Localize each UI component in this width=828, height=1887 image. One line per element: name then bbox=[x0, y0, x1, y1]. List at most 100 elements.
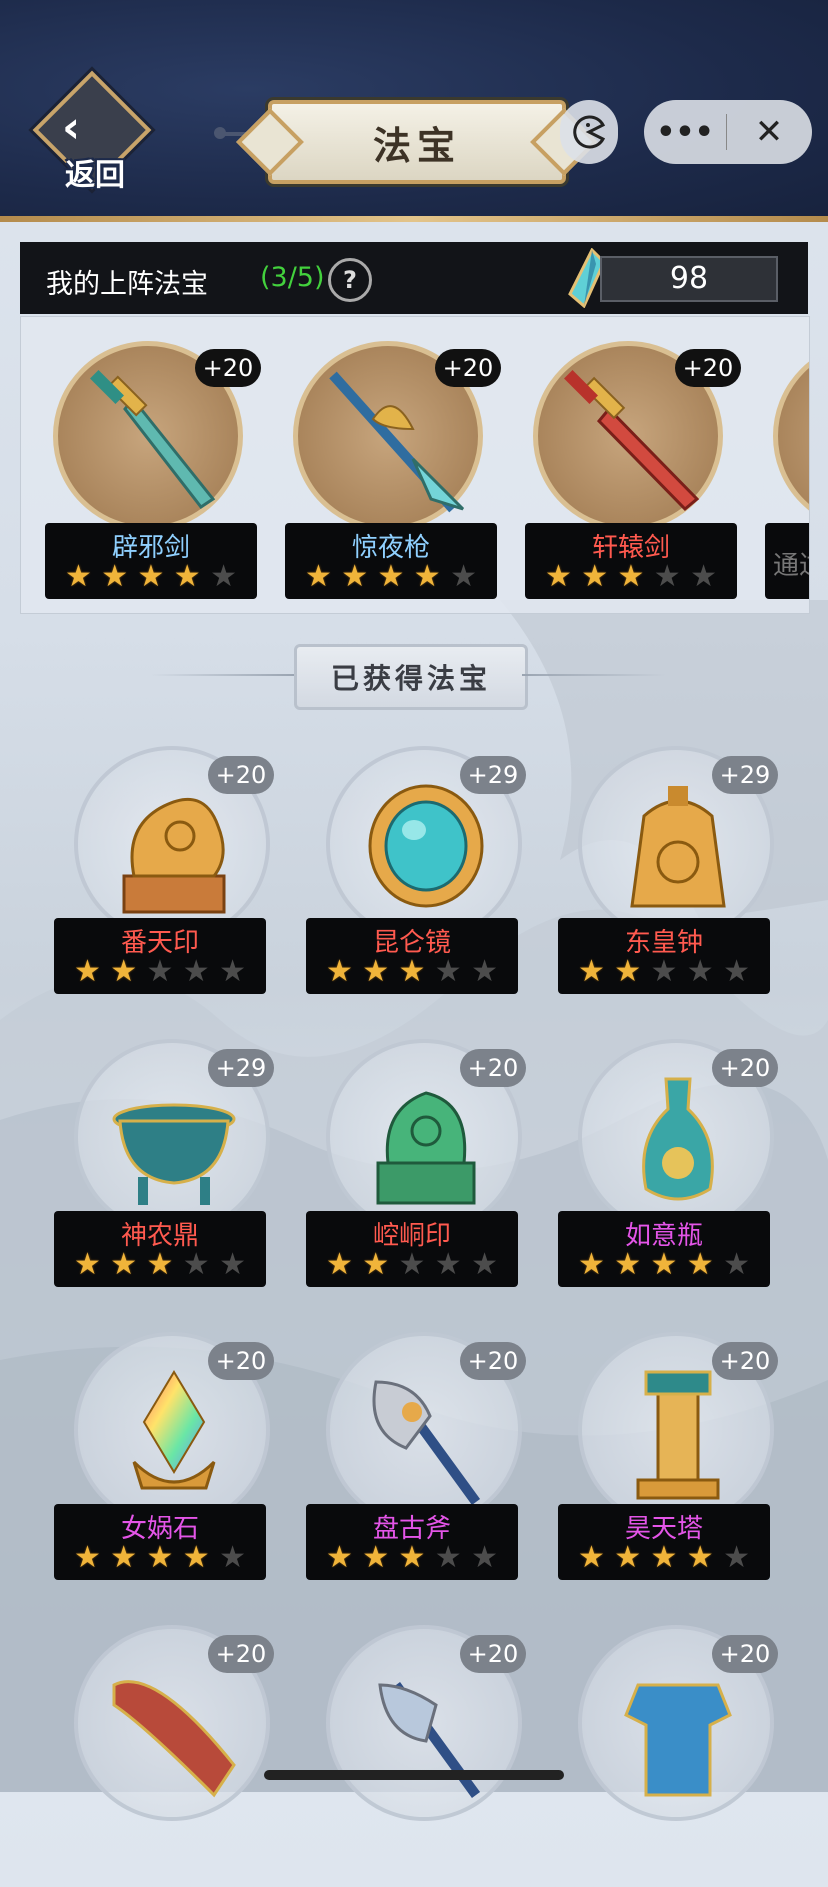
nameplate: 通过 bbox=[765, 523, 809, 599]
equipped-slot[interactable]: +20 惊夜枪 ★ ★ ★ ★ ★ bbox=[267, 341, 501, 603]
more-options-button[interactable]: ••• bbox=[644, 115, 726, 150]
star-empty-icon: ★ bbox=[210, 559, 237, 594]
star-filled-icon: ★ bbox=[650, 1540, 678, 1575]
star-empty-icon: ★ bbox=[723, 1247, 750, 1282]
back-button[interactable]: ‹ 返回 bbox=[32, 70, 152, 193]
mini-program-capsule: ••• ✕ bbox=[644, 100, 812, 164]
owned-item[interactable]: +20 bbox=[306, 1625, 526, 1887]
star-rating: ★ ★ ★ ★ ★ bbox=[578, 1542, 750, 1574]
owned-item[interactable]: +20 昊天塔 ★ ★ ★ ★ ★ bbox=[558, 1332, 778, 1594]
owned-item[interactable]: +20 女娲石 ★ ★ ★ ★ ★ bbox=[54, 1332, 274, 1594]
level-badge: +20 bbox=[712, 1049, 778, 1087]
back-label: 返回 bbox=[65, 158, 125, 193]
star-empty-icon: ★ bbox=[471, 1247, 498, 1282]
star-rating: ★ ★ ★ ★ ★ bbox=[74, 1249, 246, 1281]
owned-item[interactable]: +20 盘古斧 ★ ★ ★ ★ ★ bbox=[306, 1332, 526, 1594]
star-filled-icon: ★ bbox=[362, 954, 390, 989]
star-rating: ★ ★ ★ ★ ★ bbox=[65, 561, 237, 593]
star-filled-icon: ★ bbox=[341, 559, 369, 594]
star-filled-icon: ★ bbox=[74, 1540, 101, 1575]
level-badge: +20 bbox=[195, 349, 261, 387]
star-filled-icon: ★ bbox=[65, 559, 92, 594]
star-empty-icon: ★ bbox=[723, 1540, 750, 1575]
star-filled-icon: ★ bbox=[146, 1540, 174, 1575]
star-filled-icon: ★ bbox=[305, 559, 332, 594]
equipped-panel: +20 辟邪剑 ★ ★ ★ ★ ★ +20 惊夜枪 ★ ★ ★ ★ ★ +20 轩辕剑 ★ ★ ★ ★… bbox=[20, 316, 810, 614]
star-filled-icon: ★ bbox=[578, 1540, 605, 1575]
owned-item[interactable]: +20 bbox=[558, 1625, 778, 1887]
pacman-icon[interactable] bbox=[560, 100, 618, 164]
star-filled-icon: ★ bbox=[398, 1540, 426, 1575]
star-empty-icon: ★ bbox=[398, 1247, 426, 1282]
owned-item[interactable]: +29 神农鼎 ★ ★ ★ ★ ★ bbox=[54, 1039, 274, 1301]
help-button[interactable]: ? bbox=[328, 258, 372, 302]
equipped-header-bar: 我的上阵法宝 (3/5) ? 98 bbox=[20, 242, 808, 314]
nameplate: 崆峒印 ★ ★ ★ ★ ★ bbox=[306, 1211, 518, 1287]
star-filled-icon: ★ bbox=[578, 1247, 605, 1282]
owned-section-label: 已获得法宝 bbox=[330, 662, 491, 695]
nameplate: 东皇钟 ★ ★ ★ ★ ★ bbox=[558, 918, 770, 994]
star-empty-icon: ★ bbox=[471, 954, 498, 989]
star-rating: ★ ★ ★ ★ ★ bbox=[74, 956, 246, 988]
star-filled-icon: ★ bbox=[617, 559, 645, 594]
owned-item[interactable]: +29 东皇钟 ★ ★ ★ ★ ★ bbox=[558, 746, 778, 1008]
star-empty-icon: ★ bbox=[182, 954, 210, 989]
equipped-slot[interactable]: +20 辟邪剑 ★ ★ ★ ★ ★ bbox=[27, 341, 261, 603]
nameplate: 惊夜枪 ★ ★ ★ ★ ★ bbox=[285, 523, 497, 599]
owned-item[interactable]: +29 昆仑镜 ★ ★ ★ ★ ★ bbox=[306, 746, 526, 1008]
star-filled-icon: ★ bbox=[545, 559, 572, 594]
owned-item[interactable]: +20 番天印 ★ ★ ★ ★ ★ bbox=[54, 746, 274, 1008]
star-rating: ★ ★ ★ ★ ★ bbox=[578, 956, 750, 988]
star-filled-icon: ★ bbox=[137, 559, 165, 594]
star-empty-icon: ★ bbox=[471, 1540, 498, 1575]
owned-item[interactable]: +20 崆峒印 ★ ★ ★ ★ ★ bbox=[306, 1039, 526, 1301]
star-empty-icon: ★ bbox=[434, 954, 462, 989]
equipped-title: 我的上阵法宝 bbox=[46, 269, 208, 300]
star-filled-icon: ★ bbox=[614, 954, 642, 989]
owned-section-title: 已获得法宝 bbox=[294, 644, 528, 710]
home-indicator bbox=[264, 1770, 564, 1780]
star-filled-icon: ★ bbox=[110, 1247, 138, 1282]
star-filled-icon: ★ bbox=[686, 1540, 714, 1575]
star-filled-icon: ★ bbox=[74, 1247, 101, 1282]
star-empty-icon: ★ bbox=[219, 954, 246, 989]
owned-item[interactable]: +20 bbox=[54, 1625, 274, 1887]
star-empty-icon: ★ bbox=[653, 559, 681, 594]
header-gold-border bbox=[0, 216, 828, 222]
star-rating: ★ ★ ★ ★ ★ bbox=[74, 1542, 246, 1574]
star-empty-icon: ★ bbox=[450, 559, 477, 594]
star-empty-icon: ★ bbox=[434, 1247, 462, 1282]
star-filled-icon: ★ bbox=[326, 954, 353, 989]
star-filled-icon: ★ bbox=[182, 1540, 210, 1575]
level-badge: +20 bbox=[460, 1635, 526, 1673]
equipped-slot-locked[interactable]: 通过 bbox=[747, 341, 809, 603]
item-frame bbox=[773, 341, 809, 531]
nameplate: 如意瓶 ★ ★ ★ ★ ★ bbox=[558, 1211, 770, 1287]
nameplate: 辟邪剑 ★ ★ ★ ★ ★ bbox=[45, 523, 257, 599]
star-empty-icon: ★ bbox=[146, 954, 174, 989]
currency-value: 98 bbox=[600, 256, 778, 302]
close-button[interactable]: ✕ bbox=[727, 112, 811, 152]
owned-item[interactable]: +20 如意瓶 ★ ★ ★ ★ ★ bbox=[558, 1039, 778, 1301]
star-empty-icon: ★ bbox=[686, 954, 714, 989]
star-rating: ★ ★ ★ ★ ★ bbox=[326, 1542, 498, 1574]
star-empty-icon: ★ bbox=[219, 1247, 246, 1282]
nameplate: 女娲石 ★ ★ ★ ★ ★ bbox=[54, 1504, 266, 1580]
star-filled-icon: ★ bbox=[173, 559, 201, 594]
level-badge: +20 bbox=[208, 1342, 274, 1380]
star-empty-icon: ★ bbox=[650, 954, 678, 989]
star-rating: ★ ★ ★ ★ ★ bbox=[326, 956, 498, 988]
star-filled-icon: ★ bbox=[146, 1247, 174, 1282]
star-filled-icon: ★ bbox=[326, 1540, 353, 1575]
star-filled-icon: ★ bbox=[110, 1540, 138, 1575]
level-badge: +20 bbox=[460, 1342, 526, 1380]
divider-line-left bbox=[150, 674, 294, 676]
star-filled-icon: ★ bbox=[362, 1247, 390, 1282]
star-filled-icon: ★ bbox=[650, 1247, 678, 1282]
star-filled-icon: ★ bbox=[362, 1540, 390, 1575]
star-filled-icon: ★ bbox=[614, 1247, 642, 1282]
page-title: 法宝 bbox=[372, 122, 461, 168]
nameplate: 盘古斧 ★ ★ ★ ★ ★ bbox=[306, 1504, 518, 1580]
equipped-slot[interactable]: +20 轩辕剑 ★ ★ ★ ★ ★ bbox=[507, 341, 741, 603]
star-empty-icon: ★ bbox=[723, 954, 750, 989]
